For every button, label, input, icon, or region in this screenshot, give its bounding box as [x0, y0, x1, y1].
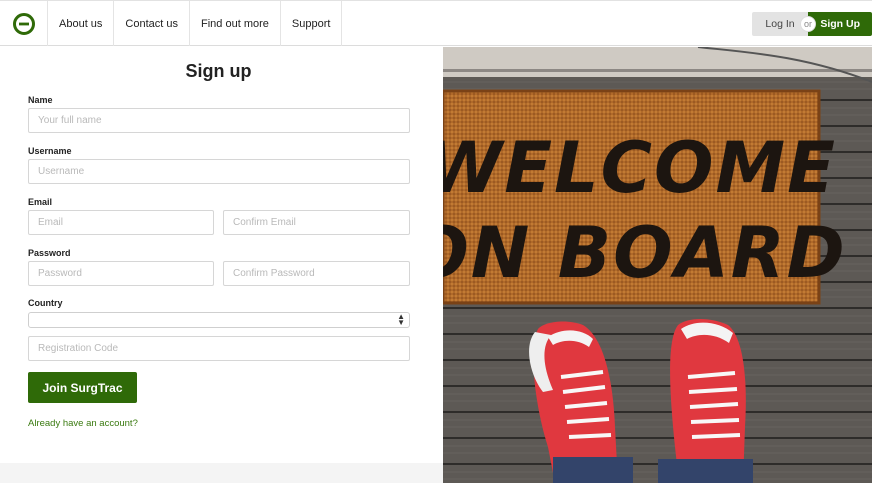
email-field[interactable] [28, 210, 214, 235]
signup-form: Sign up Name Username Email Password Cou… [0, 47, 443, 463]
welcome-mat-image: WELCOME ON BOARD [443, 47, 872, 483]
nav-contact-us[interactable]: Contact us [114, 1, 191, 46]
username-label: Username [28, 146, 72, 156]
surgtrac-logo-icon [12, 12, 35, 35]
join-button[interactable]: Join SurgTrac [28, 372, 137, 403]
registration-code-field[interactable] [28, 336, 410, 361]
nav-find-out-more[interactable]: Find out more [190, 1, 281, 46]
welcome-photo: WELCOME ON BOARD [443, 47, 872, 483]
form-footer [0, 463, 443, 483]
page-title: Sign up [185, 61, 252, 81]
name-label: Name [28, 95, 53, 105]
already-have-account-link[interactable]: Already have an account? [28, 418, 138, 429]
password-field[interactable] [28, 261, 214, 286]
confirm-password-field[interactable] [223, 261, 410, 286]
nav-support[interactable]: Support [281, 1, 343, 46]
email-label: Email [28, 197, 53, 207]
country-select[interactable]: ▲ ▼ [28, 312, 410, 328]
username-field[interactable] [28, 159, 410, 184]
or-separator: or [800, 16, 816, 32]
country-label: Country [28, 298, 63, 308]
name-field[interactable] [28, 108, 410, 133]
mat-text-welcome: WELCOME [443, 127, 837, 209]
select-arrows-icon: ▲ ▼ [397, 312, 405, 327]
mat-text-on-board: ON BOARD [443, 212, 847, 294]
signup-button[interactable]: Sign Up [808, 12, 872, 36]
top-navbar: About us Contact us Find out more Suppor… [0, 0, 872, 46]
logo[interactable] [0, 1, 48, 46]
auth-buttons: Log In or Sign Up [752, 12, 872, 36]
nav-about-us[interactable]: About us [48, 1, 115, 46]
confirm-email-field[interactable] [223, 210, 410, 235]
password-label: Password [28, 248, 71, 258]
